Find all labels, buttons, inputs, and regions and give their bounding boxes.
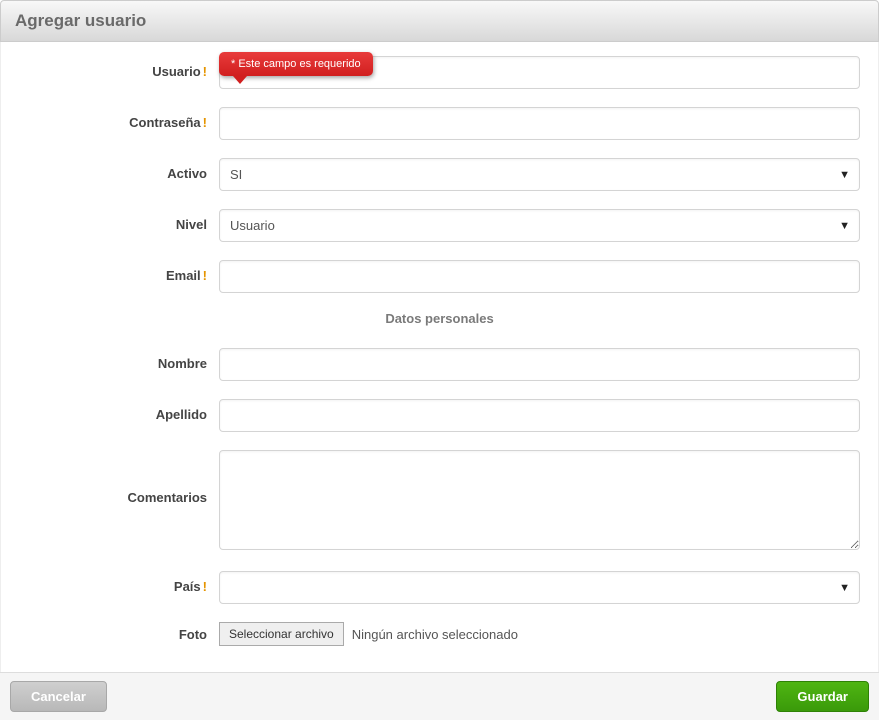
label-contrasena: Contraseña! — [19, 107, 219, 130]
row-pais: País! ▼ — [19, 571, 860, 604]
control-pais: ▼ — [219, 571, 860, 604]
row-usuario: Usuario! * Este campo es requerido — [19, 56, 860, 89]
page-title: Agregar usuario — [15, 11, 864, 31]
control-nombre — [219, 348, 860, 381]
required-mark-icon: ! — [203, 579, 207, 594]
section-title-personal: Datos personales — [19, 311, 860, 326]
dialog-header: Agregar usuario — [0, 0, 879, 42]
save-button[interactable]: Guardar — [776, 681, 869, 712]
row-foto: Foto Seleccionar archivo Ningún archivo … — [19, 622, 860, 646]
label-apellido: Apellido — [19, 399, 219, 422]
row-contrasena: Contraseña! — [19, 107, 860, 140]
label-usuario: Usuario! — [19, 56, 219, 79]
control-activo: SI ▼ — [219, 158, 860, 191]
control-nivel: Usuario ▼ — [219, 209, 860, 242]
label-pais-text: País — [174, 579, 201, 594]
error-tooltip: * Este campo es requerido — [219, 52, 373, 76]
dialog-footer: Cancelar Guardar — [0, 672, 879, 720]
control-usuario: * Este campo es requerido — [219, 56, 860, 89]
comentarios-textarea[interactable] — [219, 450, 860, 550]
row-nombre: Nombre — [19, 348, 860, 381]
apellido-input[interactable] — [219, 399, 860, 432]
required-mark-icon: ! — [203, 115, 207, 130]
label-activo: Activo — [19, 158, 219, 181]
file-select-button[interactable]: Seleccionar archivo — [219, 622, 344, 646]
control-comentarios — [219, 450, 860, 553]
nivel-select[interactable]: Usuario — [219, 209, 860, 242]
label-pais: País! — [19, 571, 219, 594]
pais-select[interactable] — [219, 571, 860, 604]
nombre-input[interactable] — [219, 348, 860, 381]
activo-select[interactable]: SI — [219, 158, 860, 191]
label-activo-text: Activo — [167, 166, 207, 181]
label-nombre: Nombre — [19, 348, 219, 371]
control-apellido — [219, 399, 860, 432]
form-body: Usuario! * Este campo es requerido Contr… — [0, 42, 879, 672]
label-comentarios: Comentarios — [19, 450, 219, 505]
contrasena-input[interactable] — [219, 107, 860, 140]
row-apellido: Apellido — [19, 399, 860, 432]
row-nivel: Nivel Usuario ▼ — [19, 209, 860, 242]
control-foto: Seleccionar archivo Ningún archivo selec… — [219, 622, 860, 646]
required-mark-icon: ! — [203, 64, 207, 79]
label-usuario-text: Usuario — [152, 64, 200, 79]
label-nombre-text: Nombre — [158, 356, 207, 371]
email-input[interactable] — [219, 260, 860, 293]
row-comentarios: Comentarios — [19, 450, 860, 553]
cancel-button[interactable]: Cancelar — [10, 681, 107, 712]
label-apellido-text: Apellido — [156, 407, 207, 422]
required-mark-icon: ! — [203, 268, 207, 283]
row-email: Email! — [19, 260, 860, 293]
label-email: Email! — [19, 260, 219, 283]
label-nivel-text: Nivel — [176, 217, 207, 232]
label-email-text: Email — [166, 268, 201, 283]
control-contrasena — [219, 107, 860, 140]
label-contrasena-text: Contraseña — [129, 115, 201, 130]
row-activo: Activo SI ▼ — [19, 158, 860, 191]
label-foto: Foto — [19, 627, 219, 642]
label-comentarios-text: Comentarios — [128, 490, 207, 505]
label-nivel: Nivel — [19, 209, 219, 232]
file-status-text: Ningún archivo seleccionado — [352, 627, 518, 642]
label-foto-text: Foto — [179, 627, 207, 642]
control-email — [219, 260, 860, 293]
